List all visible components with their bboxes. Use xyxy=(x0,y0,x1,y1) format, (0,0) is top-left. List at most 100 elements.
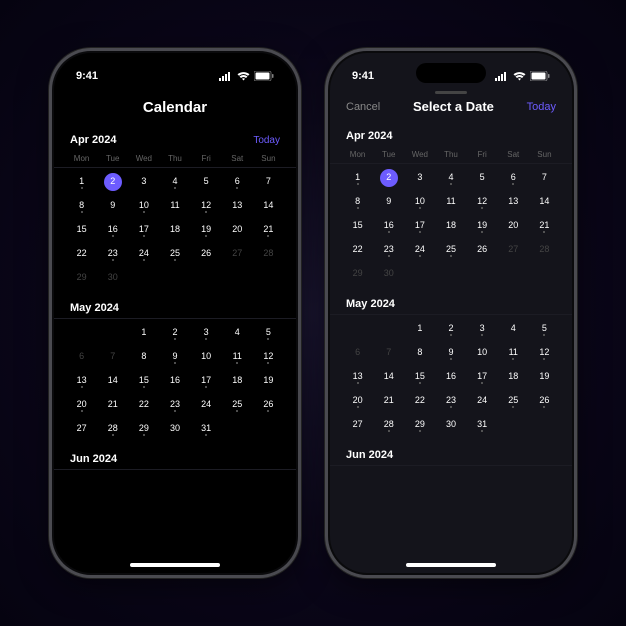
calendar-day[interactable]: 6 xyxy=(498,168,529,190)
calendar-day[interactable]: 13 xyxy=(342,367,373,389)
home-indicator[interactable] xyxy=(130,563,220,567)
calendar-day[interactable]: 18 xyxy=(222,371,253,393)
calendar-day[interactable]: 23 xyxy=(159,395,190,417)
calendar-day[interactable]: 25 xyxy=(498,391,529,413)
calendar-day[interactable]: 3 xyxy=(191,323,222,345)
calendar-scroll[interactable]: 1234567891011121314151617181920212223242… xyxy=(54,168,296,573)
calendar-day[interactable]: 8 xyxy=(404,343,435,365)
calendar-day[interactable]: 29 xyxy=(128,419,159,441)
calendar-day[interactable]: 16 xyxy=(435,367,466,389)
calendar-day[interactable]: 6 xyxy=(222,172,253,194)
calendar-day[interactable]: 15 xyxy=(404,367,435,389)
calendar-day[interactable]: 28 xyxy=(97,419,128,441)
calendar-day[interactable]: 12 xyxy=(467,192,498,214)
calendar-day[interactable]: 20 xyxy=(222,220,253,242)
calendar-day[interactable]: 18 xyxy=(435,216,466,238)
calendar-day[interactable]: 23 xyxy=(97,244,128,266)
calendar-day[interactable]: 7 xyxy=(97,347,128,369)
calendar-day[interactable]: 12 xyxy=(529,343,560,365)
calendar-day[interactable]: 7 xyxy=(253,172,284,194)
calendar-day[interactable]: 9 xyxy=(435,343,466,365)
calendar-day[interactable]: 31 xyxy=(467,415,498,437)
calendar-day[interactable]: 17 xyxy=(128,220,159,242)
calendar-day[interactable]: 31 xyxy=(191,419,222,441)
calendar-day[interactable]: 25 xyxy=(435,240,466,262)
calendar-day[interactable]: 22 xyxy=(342,240,373,262)
calendar-day[interactable]: 29 xyxy=(342,264,373,286)
calendar-day[interactable]: 3 xyxy=(404,168,435,190)
calendar-day[interactable]: 19 xyxy=(191,220,222,242)
calendar-day[interactable]: 13 xyxy=(222,196,253,218)
calendar-day[interactable]: 1 xyxy=(66,172,97,194)
calendar-day[interactable]: 14 xyxy=(529,192,560,214)
calendar-day[interactable]: 19 xyxy=(253,371,284,393)
calendar-day[interactable]: 14 xyxy=(373,367,404,389)
calendar-day[interactable]: 4 xyxy=(222,323,253,345)
calendar-day[interactable]: 27 xyxy=(498,240,529,262)
calendar-day[interactable]: 8 xyxy=(66,196,97,218)
calendar-scroll[interactable]: 1234567891011121314151617181920212223242… xyxy=(330,164,572,573)
calendar-day[interactable]: 28 xyxy=(253,244,284,266)
calendar-day[interactable]: 10 xyxy=(128,196,159,218)
calendar-day[interactable]: 12 xyxy=(191,196,222,218)
calendar-day[interactable]: 27 xyxy=(342,415,373,437)
calendar-day[interactable]: 26 xyxy=(191,244,222,266)
calendar-day[interactable]: 21 xyxy=(529,216,560,238)
calendar-day[interactable]: 21 xyxy=(373,391,404,413)
calendar-day[interactable]: 20 xyxy=(342,391,373,413)
calendar-day[interactable]: 10 xyxy=(404,192,435,214)
calendar-day[interactable]: 27 xyxy=(66,419,97,441)
calendar-day[interactable]: 7 xyxy=(529,168,560,190)
calendar-day[interactable]: 20 xyxy=(66,395,97,417)
calendar-day[interactable]: 2 xyxy=(373,168,404,190)
calendar-day[interactable]: 23 xyxy=(435,391,466,413)
calendar-day[interactable]: 2 xyxy=(159,323,190,345)
calendar-day[interactable]: 1 xyxy=(342,168,373,190)
calendar-day[interactable]: 25 xyxy=(159,244,190,266)
calendar-day[interactable]: 4 xyxy=(435,168,466,190)
calendar-day[interactable]: 21 xyxy=(97,395,128,417)
calendar-day[interactable]: 8 xyxy=(342,192,373,214)
calendar-day[interactable]: 3 xyxy=(128,172,159,194)
calendar-day[interactable]: 30 xyxy=(159,419,190,441)
calendar-day[interactable]: 19 xyxy=(467,216,498,238)
calendar-day[interactable]: 23 xyxy=(373,240,404,262)
calendar-day[interactable]: 24 xyxy=(128,244,159,266)
calendar-day[interactable]: 30 xyxy=(97,268,128,290)
calendar-day[interactable]: 5 xyxy=(529,319,560,341)
calendar-day[interactable]: 7 xyxy=(373,343,404,365)
calendar-day[interactable]: 5 xyxy=(253,323,284,345)
calendar-day[interactable]: 3 xyxy=(467,319,498,341)
calendar-day[interactable]: 8 xyxy=(128,347,159,369)
calendar-day[interactable]: 5 xyxy=(191,172,222,194)
cancel-button[interactable]: Cancel xyxy=(346,101,380,113)
calendar-day[interactable]: 16 xyxy=(97,220,128,242)
calendar-day[interactable]: 22 xyxy=(404,391,435,413)
calendar-day[interactable]: 26 xyxy=(253,395,284,417)
calendar-day[interactable]: 14 xyxy=(253,196,284,218)
calendar-day[interactable]: 29 xyxy=(404,415,435,437)
calendar-day[interactable]: 28 xyxy=(529,240,560,262)
calendar-day[interactable]: 16 xyxy=(373,216,404,238)
calendar-day[interactable]: 11 xyxy=(222,347,253,369)
calendar-day[interactable]: 11 xyxy=(159,196,190,218)
today-button[interactable]: Today xyxy=(527,101,556,113)
calendar-day[interactable]: 15 xyxy=(128,371,159,393)
calendar-day[interactable]: 19 xyxy=(529,367,560,389)
calendar-day[interactable]: 24 xyxy=(467,391,498,413)
calendar-day[interactable]: 13 xyxy=(66,371,97,393)
calendar-day[interactable]: 6 xyxy=(66,347,97,369)
calendar-day[interactable]: 9 xyxy=(159,347,190,369)
calendar-day[interactable]: 25 xyxy=(222,395,253,417)
calendar-day[interactable]: 18 xyxy=(159,220,190,242)
calendar-day[interactable]: 28 xyxy=(373,415,404,437)
calendar-day[interactable]: 4 xyxy=(498,319,529,341)
calendar-day[interactable]: 4 xyxy=(159,172,190,194)
calendar-day[interactable]: 16 xyxy=(159,371,190,393)
calendar-day[interactable]: 20 xyxy=(498,216,529,238)
calendar-day[interactable]: 18 xyxy=(498,367,529,389)
calendar-day[interactable]: 24 xyxy=(404,240,435,262)
calendar-day[interactable]: 1 xyxy=(404,319,435,341)
calendar-day[interactable]: 2 xyxy=(435,319,466,341)
calendar-day[interactable]: 9 xyxy=(373,192,404,214)
